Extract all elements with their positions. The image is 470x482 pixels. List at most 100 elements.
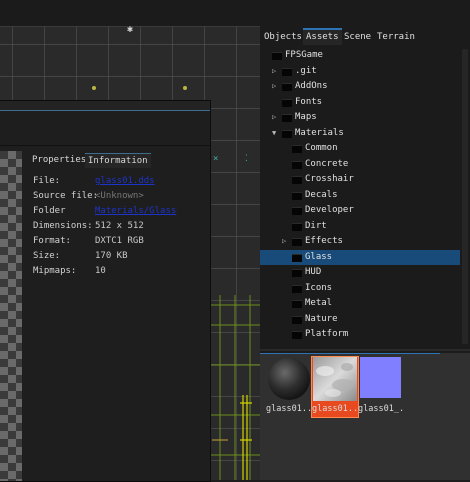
tree-item-label: Materials bbox=[295, 127, 344, 138]
tab-properties[interactable]: Properties bbox=[29, 153, 89, 167]
folder-icon bbox=[292, 253, 302, 262]
folder-icon bbox=[292, 331, 302, 339]
tree-item-maps[interactable]: ▷ Maps bbox=[260, 110, 460, 125]
panel-title-divider bbox=[0, 110, 210, 111]
tree-item-dirt[interactable]: Dirt bbox=[260, 219, 460, 234]
info-label: Mipmaps: bbox=[33, 266, 77, 276]
tree-item-label: Concrete bbox=[305, 158, 349, 169]
info-label: File: bbox=[33, 176, 61, 186]
tree-item-label: Glass bbox=[305, 251, 333, 262]
folder-icon bbox=[292, 300, 302, 308]
tree-item-platform[interactable]: Platform bbox=[260, 327, 460, 342]
tree-item-common[interactable]: Common bbox=[260, 141, 460, 156]
tree-item-icons[interactable]: Icons bbox=[260, 281, 460, 296]
asset-folder-tree[interactable]: FPSGame ▷ .git ▷ AddOns Fonts ▷ Maps ▼ Materials C… bbox=[260, 47, 470, 347]
tree-item-crosshair[interactable]: Crosshair bbox=[260, 172, 460, 187]
tab-information[interactable]: Information bbox=[85, 153, 151, 168]
tree-item-nature[interactable]: Nature bbox=[260, 312, 460, 327]
info-value: DXTC1 RGB bbox=[95, 236, 144, 246]
asset-thumbnail[interactable] bbox=[360, 357, 404, 401]
folder-icon bbox=[292, 284, 302, 293]
information-tab-content: Properties Information File: glass01.dds… bbox=[27, 153, 209, 478]
vertex-marker-icon[interactable] bbox=[92, 86, 96, 90]
expand-arrow-right-icon[interactable]: ▷ bbox=[272, 110, 278, 125]
tree-item-materials[interactable]: ▼ Materials bbox=[260, 126, 460, 141]
texture-info-panel: Properties Information File: glass01.dds… bbox=[0, 100, 211, 482]
info-label: Dimensions: bbox=[33, 221, 93, 231]
info-value: 170 KB bbox=[95, 251, 128, 261]
folder-icon bbox=[282, 98, 292, 107]
vertex-marker-icon[interactable] bbox=[183, 86, 187, 90]
file-link[interactable]: glass01.dds bbox=[95, 175, 155, 187]
expand-arrow-right-icon[interactable]: ▷ bbox=[282, 234, 288, 249]
tab-scene[interactable]: Scene bbox=[344, 30, 371, 45]
info-label: Size: bbox=[33, 251, 61, 261]
tab-terrain[interactable]: Terrain bbox=[377, 30, 415, 45]
folder-icon bbox=[272, 52, 282, 60]
tree-item-label: Effects bbox=[305, 236, 343, 246]
folder-icon bbox=[292, 176, 302, 184]
tree-item-addons[interactable]: ▷ AddOns bbox=[260, 79, 460, 94]
folder-icon bbox=[292, 269, 302, 277]
tree-item-label: Decals bbox=[305, 189, 338, 200]
folder-icon bbox=[282, 114, 292, 122]
expand-arrow-right-icon[interactable]: ▷ bbox=[272, 79, 278, 94]
asset-thumbnail-selected[interactable] bbox=[313, 357, 357, 401]
folder-icon bbox=[292, 222, 302, 231]
tree-item-label: Crosshair bbox=[305, 174, 354, 184]
info-label: Format: bbox=[33, 236, 71, 246]
tree-item-label: Fonts bbox=[295, 96, 323, 107]
asset-browser-panel: Objects Assets Scene Terrain FPSGame ▷ .gi… bbox=[260, 27, 470, 480]
folder-icon bbox=[292, 315, 302, 324]
tab-objects[interactable]: Objects bbox=[264, 30, 302, 45]
info-value: 512 x 512 bbox=[95, 221, 144, 231]
tree-item-label: Developer bbox=[305, 205, 354, 215]
info-row-dimensions: Dimensions: 512 x 512 bbox=[33, 220, 144, 232]
folder-icon bbox=[292, 191, 302, 200]
tree-item-label: FPSGame bbox=[285, 50, 323, 60]
tab-assets[interactable]: Assets bbox=[303, 28, 342, 45]
folder-link[interactable]: Materials/Glass bbox=[95, 205, 176, 217]
tree-item-concrete[interactable]: Concrete bbox=[260, 157, 460, 172]
gizmo-icon[interactable]: ✱ bbox=[127, 24, 133, 35]
tree-item-git[interactable]: ▷ .git bbox=[260, 64, 460, 79]
tree-item-label: Icons bbox=[305, 282, 333, 293]
tree-item-metal[interactable]: Metal bbox=[260, 296, 460, 311]
info-row-file: File: glass01.dds bbox=[33, 175, 155, 187]
tree-scrollbar-thumb[interactable] bbox=[462, 49, 468, 344]
tree-item-developer[interactable]: Developer bbox=[260, 203, 460, 218]
tree-item-label: .git bbox=[295, 65, 317, 76]
thumbnail-label: glass01... bbox=[266, 404, 312, 414]
thumbnail-label: glass01_... bbox=[358, 404, 404, 414]
splitter-handle[interactable] bbox=[260, 349, 470, 351]
folder-icon bbox=[292, 238, 302, 246]
texture-preview-checkerboard bbox=[0, 151, 22, 481]
tree-item-glass[interactable]: Glass bbox=[260, 249, 460, 265]
tree-item-fpsgame[interactable]: FPSGame bbox=[260, 48, 460, 63]
tree-item-label: Maps bbox=[295, 112, 317, 122]
info-row-format: Format: DXTC1 RGB bbox=[33, 235, 144, 247]
tree-item-decals[interactable]: Decals bbox=[260, 188, 460, 203]
info-value: 10 bbox=[95, 266, 106, 276]
info-label: Source file: bbox=[33, 191, 99, 201]
tree-item-hud[interactable]: HUD bbox=[260, 265, 460, 280]
expand-arrow-down-icon[interactable]: ▼ bbox=[272, 126, 278, 141]
info-value: <Unknown> bbox=[95, 191, 144, 201]
tree-item-label: Common bbox=[305, 143, 338, 153]
tree-item-label: Metal bbox=[305, 298, 333, 308]
panel-divider bbox=[0, 145, 210, 146]
toolbar-strip bbox=[0, 0, 470, 27]
expand-arrow-right-icon[interactable]: ▷ bbox=[272, 64, 278, 79]
small-axis-dots-icon: ⁚ bbox=[245, 154, 248, 164]
tree-item-label: Nature bbox=[305, 313, 338, 324]
info-label: Folder bbox=[33, 206, 66, 216]
tree-item-fonts[interactable]: Fonts bbox=[260, 95, 460, 110]
tree-item-effects[interactable]: ▷ Effects bbox=[260, 234, 460, 249]
panel-tabs: Objects Assets Scene Terrain bbox=[260, 27, 470, 47]
tree-item-label: Dirt bbox=[305, 220, 327, 231]
sphere-icon bbox=[268, 358, 310, 400]
asset-thumbnail[interactable] bbox=[267, 357, 311, 401]
tree-item-label: AddOns bbox=[295, 81, 328, 91]
info-row-size: Size: 170 KB bbox=[33, 250, 128, 262]
folder-icon bbox=[292, 160, 302, 169]
